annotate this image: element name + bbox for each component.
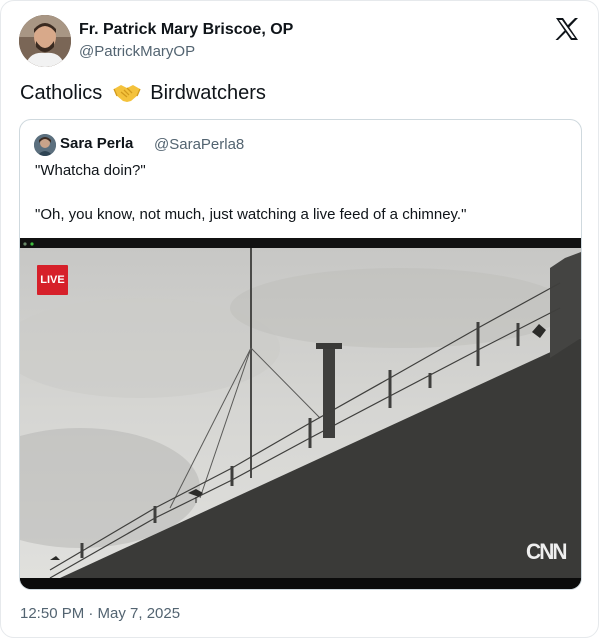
live-video-frame[interactable]: LIVE CNN xyxy=(20,238,581,589)
live-badge: LIVE xyxy=(37,265,68,295)
quoted-tweet[interactable]: Sara Perla @SaraPerla8 "Whatcha doin?" "… xyxy=(19,119,582,590)
x-logo-icon[interactable] xyxy=(554,16,580,42)
tweet-card: Fr. Patrick Mary Briscoe, OP @PatrickMar… xyxy=(0,0,599,638)
author-avatar[interactable] xyxy=(19,15,71,67)
quoted-text-line-2: "Oh, you know, not much, just watching a… xyxy=(35,206,467,223)
tweet-text: Catholics Birdwatchers xyxy=(20,81,266,105)
live-badge-text: LIVE xyxy=(40,274,65,286)
quoted-author-avatar[interactable] xyxy=(34,134,56,156)
author-handle[interactable]: @PatrickMaryOP xyxy=(79,43,195,60)
author-name[interactable]: Fr. Patrick Mary Briscoe, OP xyxy=(79,21,293,39)
handshake-icon xyxy=(112,81,142,105)
cnn-watermark: CNN xyxy=(526,539,567,564)
tweet-text-after: Birdwatchers xyxy=(150,81,266,104)
quoted-text-line-1: "Whatcha doin?" xyxy=(35,162,146,179)
tweet-text-before: Catholics xyxy=(20,81,103,104)
quoted-author-handle[interactable]: @SaraPerla8 xyxy=(154,136,244,153)
tweet-timestamp[interactable]: 12:50 PM · May 7, 2025 xyxy=(20,605,180,622)
quoted-author-name[interactable]: Sara Perla xyxy=(60,135,133,152)
